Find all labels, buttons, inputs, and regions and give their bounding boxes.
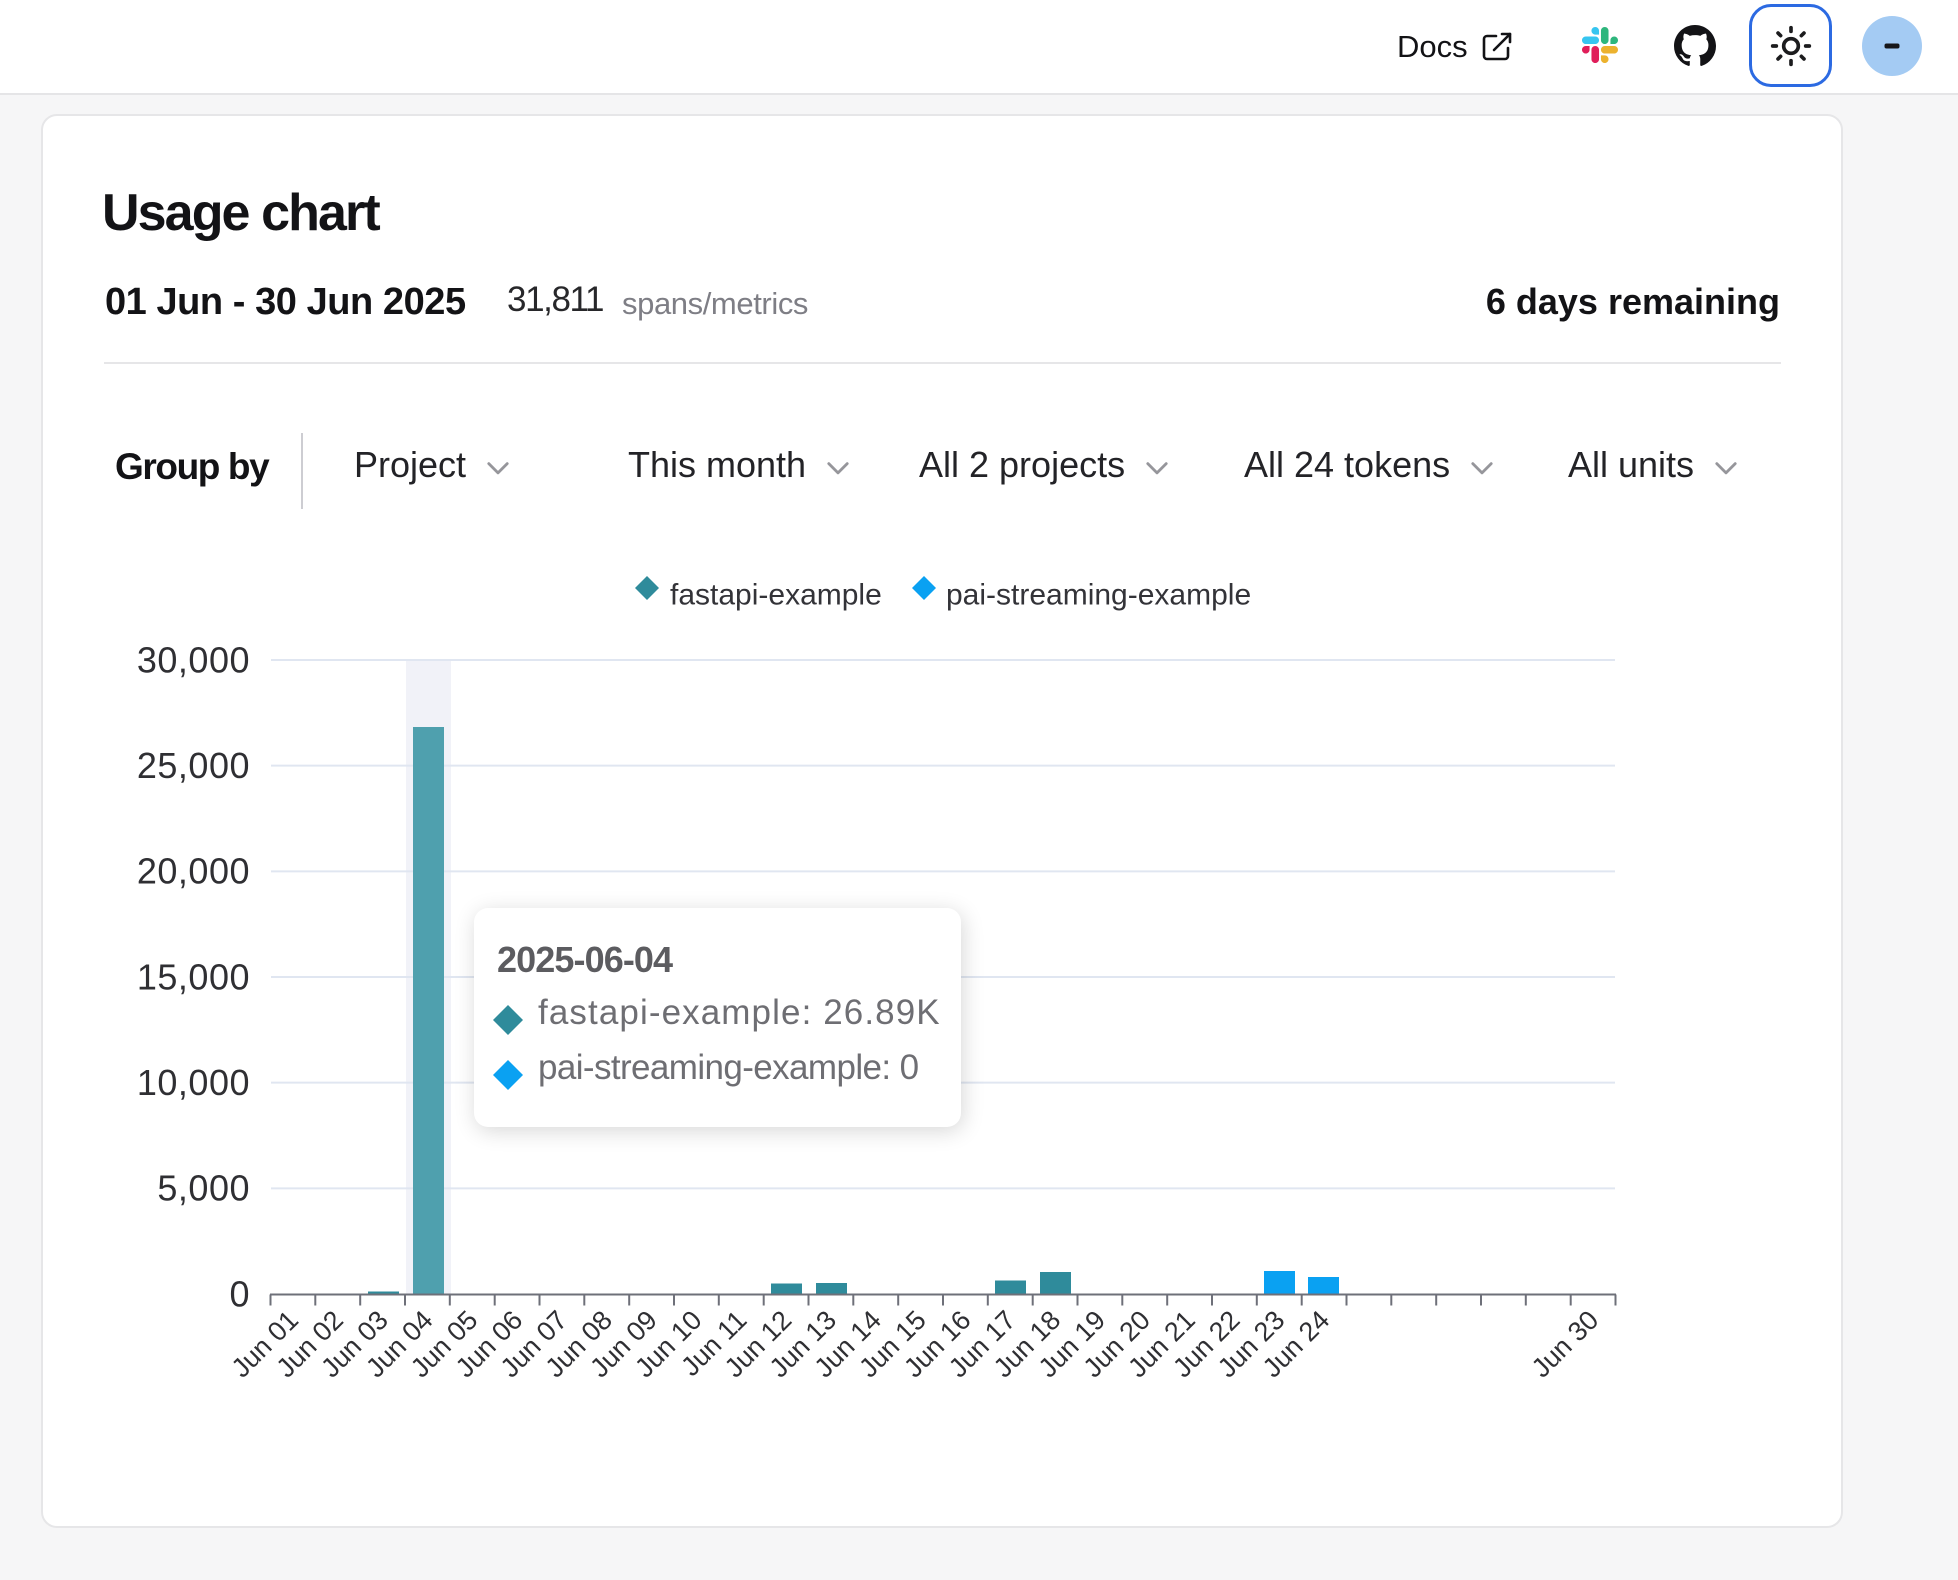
svg-text:Jun 30: Jun 30: [1526, 1305, 1605, 1384]
svg-text:0: 0: [229, 1273, 250, 1314]
svg-text:20,000: 20,000: [137, 851, 250, 892]
svg-text:30,000: 30,000: [137, 639, 250, 680]
svg-text:fastapi-example: fastapi-example: [670, 579, 882, 612]
svg-text:15,000: 15,000: [137, 956, 250, 997]
svg-text:pai-streaming-example: pai-streaming-example: [946, 579, 1251, 612]
svg-text:5,000: 5,000: [157, 1168, 250, 1209]
svg-text:25,000: 25,000: [137, 745, 250, 786]
svg-text:10,000: 10,000: [137, 1062, 250, 1103]
